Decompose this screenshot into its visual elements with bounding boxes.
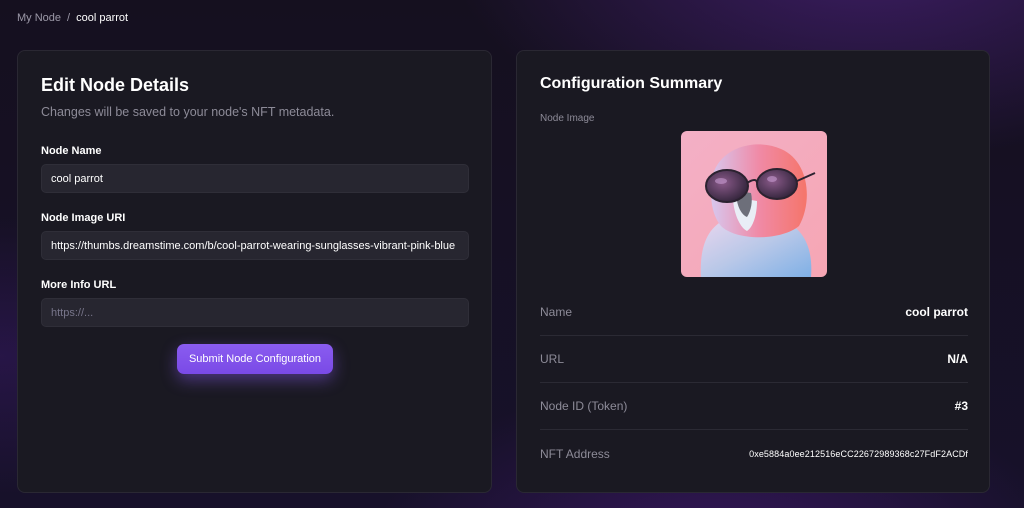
- breadcrumb-link-my-node[interactable]: My Node: [17, 12, 61, 24]
- summary-key: Node ID (Token): [540, 399, 628, 413]
- more-info-url-label: More Info URL: [41, 279, 117, 291]
- breadcrumb-current: cool parrot: [76, 12, 129, 24]
- breadcrumb: My Node / cool parrot: [17, 12, 128, 24]
- edit-node-card: Edit Node Details Changes will be saved …: [17, 50, 492, 493]
- configuration-summary-card: Configuration Summary Node Image Name co…: [516, 50, 990, 493]
- node-name-input[interactable]: [41, 164, 469, 193]
- summary-key: Name: [540, 305, 573, 319]
- summary-row-url: URL N/A: [540, 336, 968, 383]
- parrot-with-sunglasses-image: [681, 131, 827, 277]
- summary-value: 0xe5884a0ee212516eCC22672989368c27FdF2AC…: [749, 448, 968, 459]
- summary-value: #3: [954, 399, 968, 413]
- node-image-uri-input[interactable]: [41, 231, 469, 260]
- node-image-uri-label: Node Image URI: [41, 212, 126, 224]
- breadcrumb-separator: /: [67, 12, 71, 24]
- node-name-label: Node Name: [41, 145, 102, 157]
- summary-key: URL: [540, 352, 565, 366]
- submit-node-configuration-button[interactable]: Submit Node Configuration: [177, 344, 333, 374]
- summary-value: N/A: [947, 352, 968, 366]
- more-info-url-input[interactable]: [41, 298, 469, 327]
- summary-key: NFT Address: [540, 446, 610, 461]
- summary-row-nft-address: NFT Address 0xe5884a0ee212516eCC22672989…: [540, 430, 968, 477]
- node-image-preview: [681, 131, 827, 277]
- summary-value: cool parrot: [905, 305, 968, 319]
- summary-card-title: Configuration Summary: [540, 75, 723, 92]
- edit-card-title: Edit Node Details: [41, 75, 190, 95]
- summary-row-node-id: Node ID (Token) #3: [540, 383, 968, 430]
- node-image-label: Node Image: [540, 113, 595, 124]
- summary-row-name: Name cool parrot: [540, 289, 968, 336]
- edit-card-subtitle: Changes will be saved to your node's NFT…: [41, 105, 335, 119]
